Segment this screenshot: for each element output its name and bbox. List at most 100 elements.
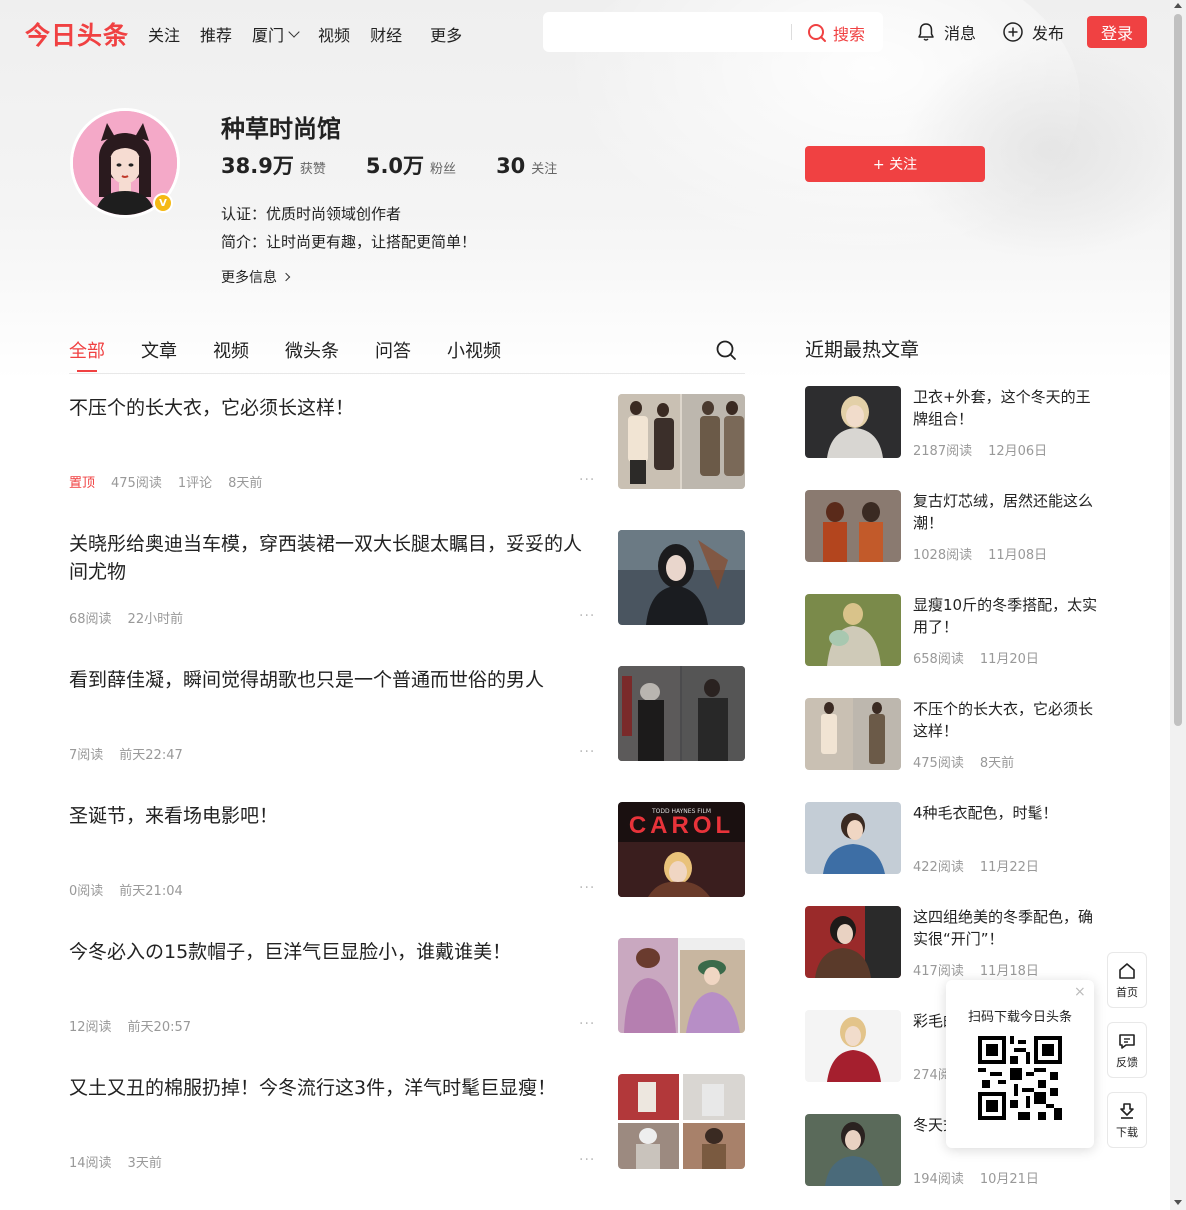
scrollbar-thumb[interactable] [1174,14,1182,726]
feedback-side-button[interactable]: 反馈 [1107,1022,1147,1078]
tab-micro-posts[interactable]: 微头条 [285,337,339,363]
article-meta: 7阅读 前天22:47 [69,748,183,763]
list-item: 又土又丑的棉服扔掉！今冬流行这3件，洋气时髦巨显瘦！ 14阅读 3天前 ··· [69,1072,745,1172]
hot-article-thumbnail[interactable] [805,802,901,874]
article-thumbnail[interactable] [618,530,745,625]
more-options-icon[interactable]: ··· [579,880,595,896]
download-icon [1120,1102,1134,1119]
article-title[interactable]: 关晓彤给奥迪当车模，穿西装裙一双大长腿太瞩目，妥妥的人间尤物 [69,530,599,586]
article-thumbnail[interactable] [618,1074,745,1169]
hot-article-thumbnail[interactable] [805,906,901,978]
article-title[interactable]: 不压个的长大衣，它必须长这样！ [69,394,599,422]
page-scrollbar[interactable] [1170,0,1186,1210]
hot-article-thumbnail[interactable] [805,490,901,562]
nav-item-recommend[interactable]: 推荐 [200,22,232,46]
profile-stats: 38.9万 获赞 5.0万 粉丝 30 关注 [221,150,597,180]
content-tabs: 全部 文章 视频 微头条 问答 小视频 [69,337,745,374]
follow-button[interactable]: + 关注 [805,146,985,182]
more-options-icon[interactable]: ··· [579,1152,595,1168]
messages-button[interactable]: 消息 [916,20,976,44]
verified-badge: V [153,193,173,213]
nav-item-finance[interactable]: 财经 [370,22,402,46]
hot-article-meta: 194阅读 10月21日 [913,1172,1039,1187]
home-icon [1119,962,1135,979]
qr-code [978,1036,1062,1120]
article-title[interactable]: 今冬必入の15款帽子，巨洋气巨显脸小，谁戴谁美！ [69,938,599,966]
article-thumbnail[interactable] [618,666,745,761]
hot-article-meta: 475阅读 8天前 [913,756,1015,771]
feedback-icon [1119,1033,1135,1049]
nav-item-city[interactable]: 厦门 [252,22,300,46]
scroll-down-arrow-icon[interactable] [1174,1200,1182,1205]
article-thumbnail[interactable]: TODD HAYNES FILM CAROL [618,802,745,897]
article-title[interactable]: 看到薛佳凝，瞬间觉得胡歌也只是一个普通而世俗的男人 [69,666,599,694]
search-button[interactable]: 搜索 [807,21,865,45]
tab-articles[interactable]: 文章 [141,337,177,363]
tab-videos[interactable]: 视频 [213,337,249,363]
stat-fans[interactable]: 5.0万 粉丝 [366,150,456,180]
hot-article-thumbnail[interactable] [805,698,901,770]
nav-item-video[interactable]: 视频 [318,22,350,46]
hot-article-meta: 422阅读 11月22日 [913,860,1039,875]
search-box: 搜索 [543,12,883,52]
hot-article-thumbnail[interactable] [805,1010,901,1082]
list-item: 今冬必入の15款帽子，巨洋气巨显脸小，谁戴谁美！ 12阅读 前天20:57 ··… [69,936,745,1036]
login-button[interactable]: 登录 [1087,16,1147,48]
hot-article-thumbnail[interactable] [805,594,901,666]
more-options-icon[interactable]: ··· [579,472,595,488]
article-meta: 12阅读 前天20:57 [69,1020,192,1035]
hot-article-title[interactable]: 显瘦10斤的冬季搭配，太实用了！ [913,594,1103,638]
download-side-button[interactable]: 下载 [1107,1092,1147,1148]
list-item: 不压个的长大衣，它必须长这样！ 475阅读 8天前 [805,698,1105,771]
hot-article-meta: 658阅读 11月20日 [913,652,1039,667]
more-options-icon[interactable]: ··· [579,1016,595,1032]
tab-all[interactable]: 全部 [69,337,105,372]
publish-button[interactable]: 发布 [1002,20,1064,44]
search-icon [808,24,826,42]
hot-articles-title: 近期最热文章 [805,339,920,361]
list-item: 看到薛佳凝，瞬间觉得胡歌也只是一个普通而世俗的男人 7阅读 前天22:47 ··… [69,664,745,764]
close-icon[interactable]: × [1074,984,1086,1000]
home-side-button[interactable]: 首页 [1107,952,1147,1008]
search-input[interactable] [555,20,785,44]
hot-article-title[interactable]: 4种毛衣配色，时髦！ [913,802,1103,824]
list-item: 复古灯芯绒，居然还能这么潮！ 1028阅读 11月08日 [805,490,1105,563]
chevron-right-icon [281,272,291,282]
hot-article-title[interactable]: 复古灯芯绒，居然还能这么潮！ [913,490,1103,534]
qr-label: 扫码下载今日头条 [967,1010,1072,1025]
pinned-badge: 置顶 [69,476,96,491]
search-icon[interactable] [715,339,737,361]
nav-item-more[interactable]: 更多 [430,22,462,46]
top-nav: 关注 推荐 厦门 视频 财经 更多 [148,22,482,46]
profile-intro: 简介：让时尚更有趣，让搭配更简单！ [221,233,477,251]
list-item: 卫衣+外套，这个冬天的王牌组合！ 2187阅读 12月06日 [805,386,1105,459]
stat-following[interactable]: 30 关注 [496,154,557,178]
more-options-icon[interactable]: ··· [579,744,595,760]
hot-article-thumbnail[interactable] [805,1114,901,1186]
hot-article-title[interactable]: 这四组绝美的冬季配色，确实很“开门”！ [913,906,1103,950]
article-title[interactable]: 圣诞节，来看场电影吧！ [69,802,599,830]
tab-qa[interactable]: 问答 [375,337,411,363]
more-info-link[interactable]: 更多信息 [221,267,291,287]
stat-likes: 38.9万 获赞 [221,154,326,178]
hot-article-meta: 1028阅读 11月08日 [913,548,1048,563]
chevron-down-icon [288,26,300,38]
profile-name: 种草时尚馆 [221,115,341,143]
tab-short-videos[interactable]: 小视频 [447,337,501,363]
article-meta: 14阅读 3天前 [69,1156,162,1171]
nav-item-follow[interactable]: 关注 [148,22,180,46]
article-thumbnail[interactable] [618,938,745,1033]
more-options-icon[interactable]: ··· [579,608,595,624]
article-title[interactable]: 又土又丑的棉服扔掉！今冬流行这3件，洋气时髦巨显瘦！ [69,1074,599,1102]
article-thumbnail[interactable] [618,394,745,489]
hot-article-thumbnail[interactable] [805,386,901,458]
bell-icon [918,23,934,41]
toutiao-logo[interactable]: 今日头条 [25,16,129,52]
list-item: 圣诞节，来看场电影吧！ 0阅读 前天21:04 ··· TODD HAYNES … [69,800,745,900]
top-header: 今日头条 关注 推荐 厦门 视频 财经 更多 搜索 消息 发布 登录 [0,0,1170,64]
hot-article-title[interactable]: 卫衣+外套，这个冬天的王牌组合！ [913,386,1103,430]
scroll-up-arrow-icon[interactable] [1174,3,1182,8]
article-meta: 68阅读 22小时前 [69,612,184,627]
article-meta: 0阅读 前天21:04 [69,884,183,899]
hot-article-title[interactable]: 不压个的长大衣，它必须长这样！ [913,698,1103,742]
